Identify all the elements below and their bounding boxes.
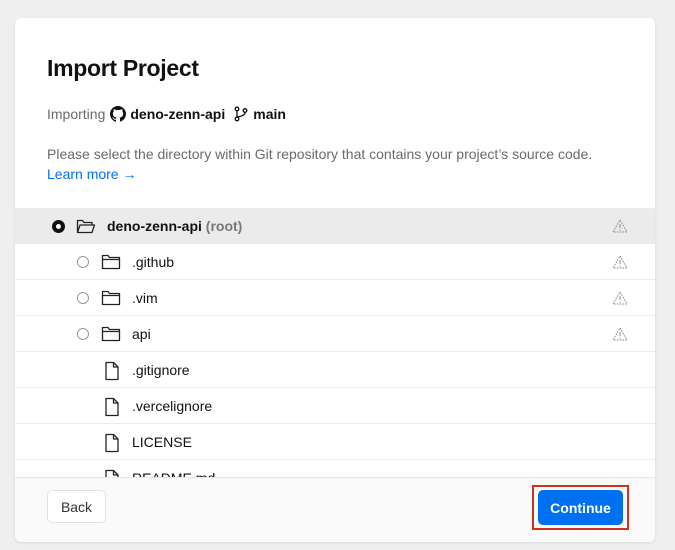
back-button[interactable]: Back (47, 490, 106, 523)
learn-more-link[interactable]: Learn more → (47, 163, 136, 185)
tree-item-label: LICENSE (132, 434, 192, 450)
modal-footer: Back Continue (15, 477, 655, 542)
root-folder-name: deno-zenn-api (107, 218, 202, 234)
radio-selected[interactable] (52, 220, 65, 233)
tree-item-label: api (132, 326, 151, 342)
root-tag: (root) (205, 218, 243, 234)
github-icon (110, 106, 127, 122)
continue-highlight: Continue (532, 485, 629, 530)
tree-row-file: README.md (15, 461, 655, 478)
tree-row-root[interactable]: deno-zenn-api (root) (15, 209, 655, 244)
folder-icon (101, 253, 121, 271)
tree-row-file: LICENSE (15, 425, 655, 460)
page-title: Import Project (47, 55, 199, 81)
tree-row-file: .gitignore (15, 353, 655, 388)
continue-button[interactable]: Continue (538, 490, 623, 525)
warning-icon (612, 255, 628, 269)
radio-unselected[interactable] (77, 292, 89, 304)
branch-name: main (253, 106, 286, 122)
modal-header: Import Project Importing deno-zenn-api m… (15, 18, 655, 208)
tree-item-label: .gitignore (132, 362, 190, 378)
warning-icon (612, 327, 628, 341)
folder-icon (101, 289, 121, 307)
git-branch-icon (233, 106, 249, 122)
import-project-modal: Import Project Importing deno-zenn-api m… (15, 18, 655, 542)
file-icon (103, 361, 123, 381)
repo-name: deno-zenn-api (130, 106, 226, 122)
warning-icon (612, 291, 628, 305)
importing-label: Importing (47, 106, 106, 122)
tree-item-label: .vim (132, 290, 158, 306)
tree-item-label: .vercelignore (132, 398, 213, 414)
tree-item-label: .github (132, 254, 175, 270)
tree-row-folder[interactable]: .github (15, 245, 655, 280)
tree-row-folder[interactable]: api (15, 317, 655, 352)
directory-tree[interactable]: deno-zenn-api (root) .github .vim api .g… (15, 208, 655, 478)
file-icon (103, 397, 123, 417)
importing-info: Importing deno-zenn-api main (47, 104, 286, 124)
warning-icon (612, 219, 628, 233)
radio-unselected[interactable] (77, 328, 89, 340)
file-icon (103, 433, 123, 453)
folder-open-icon (76, 217, 96, 235)
description-text: Please select the directory within Git r… (47, 146, 593, 162)
folder-icon (101, 325, 121, 343)
radio-unselected[interactable] (77, 256, 89, 268)
tree-row-folder[interactable]: .vim (15, 281, 655, 316)
tree-row-file: .vercelignore (15, 389, 655, 424)
tree-item-label: deno-zenn-api (root) (107, 218, 242, 234)
